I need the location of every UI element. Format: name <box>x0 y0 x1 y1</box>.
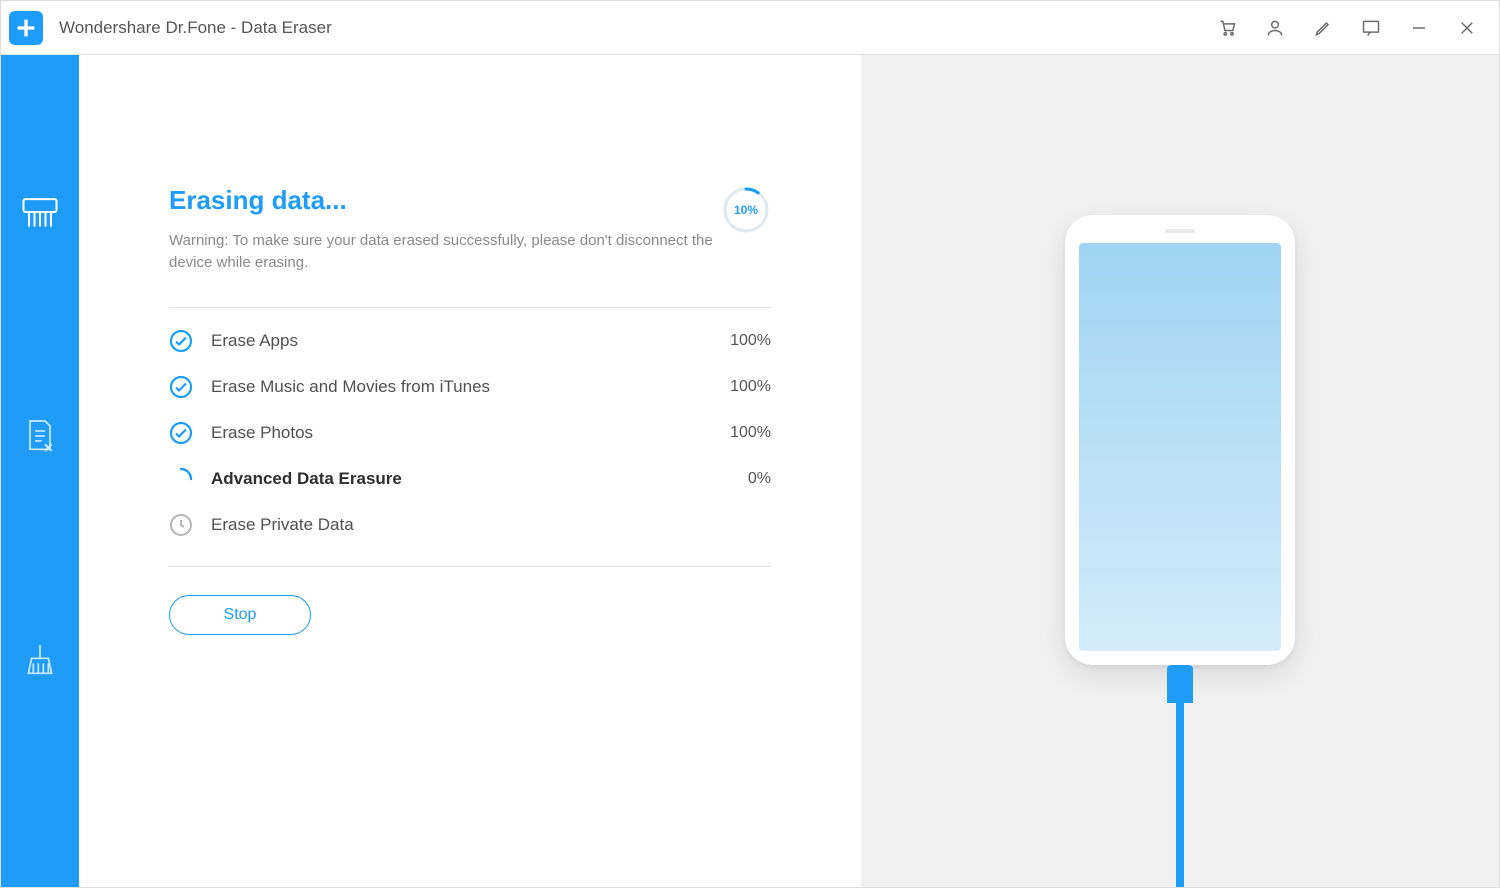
divider <box>169 566 771 567</box>
clock-icon <box>169 513 193 537</box>
cart-button[interactable] <box>1203 4 1251 52</box>
stop-button[interactable]: Stop <box>169 595 311 635</box>
close-icon <box>1458 19 1476 37</box>
close-button[interactable] <box>1443 4 1491 52</box>
edit-icon <box>1313 18 1333 38</box>
shredder-icon <box>18 190 62 234</box>
app-title: Wondershare Dr.Fone - Data Eraser <box>59 18 332 38</box>
user-icon <box>1265 18 1285 38</box>
progress-step: Erase Private Data <box>169 502 771 548</box>
feedback-button[interactable] <box>1347 4 1395 52</box>
step-status-icon <box>169 513 193 537</box>
step-status-icon <box>169 375 193 399</box>
check-circle-icon <box>169 375 193 399</box>
sidebar-item-document-erase[interactable] <box>13 409 67 463</box>
step-status-icon <box>169 329 193 353</box>
edit-button[interactable] <box>1299 4 1347 52</box>
progress-step: Erase Photos 100% <box>169 410 771 456</box>
step-label: Erase Photos <box>211 423 313 443</box>
app-logo <box>9 11 43 45</box>
progress-heading: Erasing data... <box>169 185 721 216</box>
progress-step: Erase Apps 100% <box>169 318 771 364</box>
step-status-icon <box>169 421 193 445</box>
step-percent: 0% <box>748 470 771 488</box>
minimize-button[interactable] <box>1395 4 1443 52</box>
step-label: Erase Music and Movies from iTunes <box>211 377 490 397</box>
titlebar: Wondershare Dr.Fone - Data Eraser <box>1 1 1499 55</box>
step-label: Advanced Data Erasure <box>211 469 402 489</box>
step-percent: 100% <box>730 424 771 442</box>
check-circle-icon <box>169 329 193 353</box>
step-percent: 100% <box>730 378 771 396</box>
phone-connector <box>1167 665 1193 703</box>
divider <box>169 307 771 308</box>
broom-icon <box>20 640 60 680</box>
check-circle-icon <box>169 421 193 445</box>
device-panel <box>861 55 1499 887</box>
progress-step: Erase Music and Movies from iTunes 100% <box>169 364 771 410</box>
sidebar-item-cleaner[interactable] <box>13 633 67 687</box>
step-status-icon <box>169 467 193 491</box>
minimize-icon <box>1410 19 1428 37</box>
cart-icon <box>1217 18 1237 38</box>
app-window: Wondershare Dr.Fone - Data Eraser <box>0 0 1500 888</box>
overall-progress-ring: 10% <box>721 185 771 235</box>
spinner-icon <box>169 467 193 491</box>
user-button[interactable] <box>1251 4 1299 52</box>
progress-warning: Warning: To make sure your data erased s… <box>169 230 721 274</box>
sidebar <box>1 55 79 887</box>
progress-steps: Erase Apps100%Erase Music and Movies fro… <box>169 318 771 548</box>
step-label: Erase Private Data <box>211 515 354 535</box>
stop-button-label: Stop <box>224 606 257 624</box>
main: Erasing data... Warning: To make sure yo… <box>79 55 1499 887</box>
progress-step: Advanced Data Erasure 0% <box>169 456 771 502</box>
phone-illustration <box>1065 215 1295 665</box>
document-erase-icon <box>20 416 60 456</box>
feedback-icon <box>1361 18 1381 38</box>
step-label: Erase Apps <box>211 331 298 351</box>
progress-panel: Erasing data... Warning: To make sure yo… <box>79 55 861 887</box>
phone-cable <box>1176 701 1184 887</box>
plus-icon <box>16 18 36 38</box>
sidebar-item-eraser[interactable] <box>13 185 67 239</box>
phone-screen <box>1079 243 1281 651</box>
overall-progress-label: 10% <box>721 185 771 235</box>
phone-speaker <box>1165 229 1195 233</box>
step-percent: 100% <box>730 332 771 350</box>
body: Erasing data... Warning: To make sure yo… <box>1 55 1499 887</box>
